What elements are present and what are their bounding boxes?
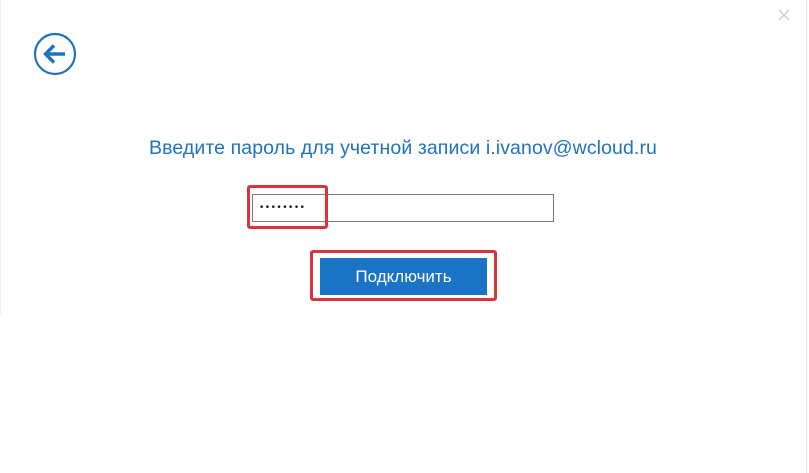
password-prompt-heading: Введите пароль для учетной записи i.ivan…	[149, 137, 657, 159]
right-divider	[806, 0, 807, 473]
arrow-left-circle-icon	[33, 32, 77, 76]
back-button[interactable]	[33, 32, 77, 76]
close-button[interactable]	[772, 3, 796, 27]
password-dialog: Введите пароль для учетной записи i.ivan…	[0, 0, 809, 473]
password-field[interactable]	[252, 194, 554, 222]
connect-button[interactable]: Подключить	[320, 258, 487, 295]
close-icon	[778, 9, 790, 21]
